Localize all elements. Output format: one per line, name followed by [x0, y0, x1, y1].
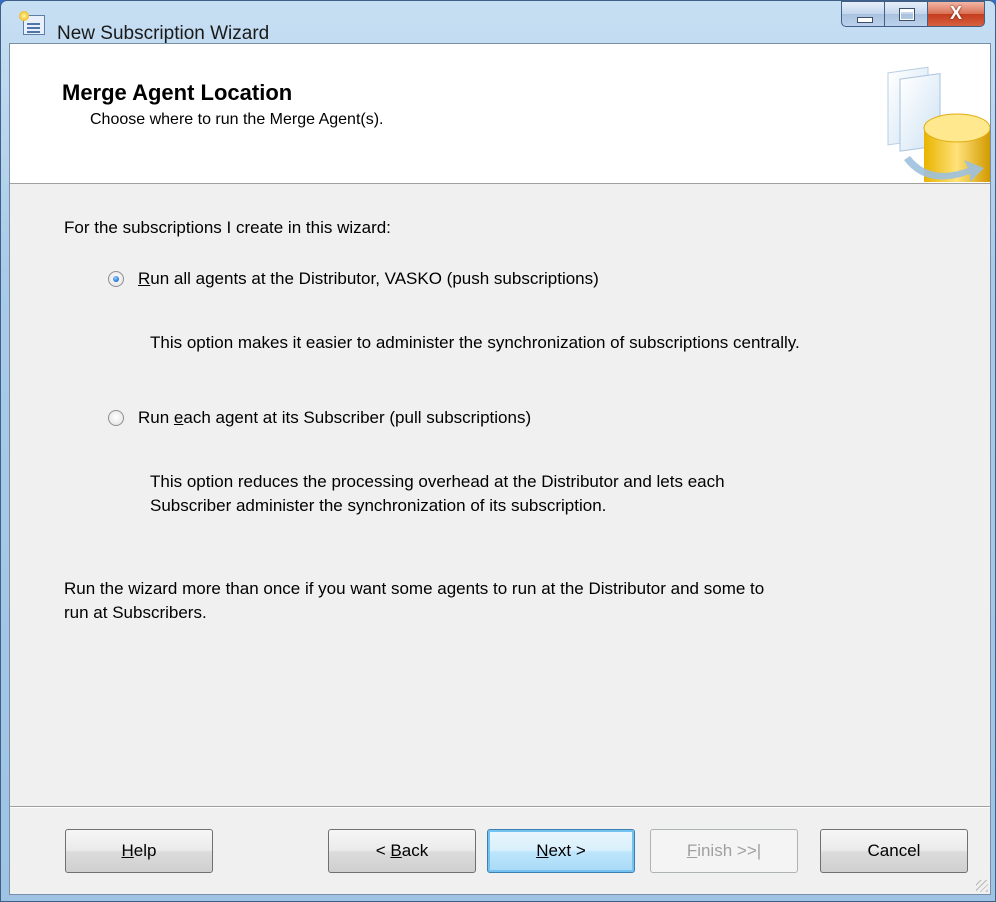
note-line1: Run the wizard more than once if you wan… [64, 579, 765, 598]
finish-button[interactable]: Finish >>| [650, 829, 798, 873]
option-pull-label-pre: Run [138, 408, 174, 427]
radio-pull-subscriptions[interactable] [108, 410, 124, 426]
radio-push-subscriptions[interactable] [108, 271, 124, 287]
database-sync-icon [880, 64, 990, 182]
finish-mnemonic: F [686, 841, 698, 860]
option-pull-description-line2: Subscriber administer the synchronizatio… [150, 496, 607, 515]
finish-label: inish >>| [697, 841, 762, 860]
wizard-window: New Subscription Wizard X Merge Agent Lo… [0, 0, 996, 902]
back-button[interactable]: < Back [328, 829, 476, 873]
page-title: Merge Agent Location [62, 80, 293, 105]
maximize-button[interactable] [884, 1, 928, 27]
minimize-button[interactable] [841, 1, 885, 27]
option-push-description: This option makes it easier to administe… [150, 333, 800, 352]
note-line2: run at Subscribers. [64, 603, 207, 622]
maximize-icon [899, 8, 915, 21]
wizard-app-icon [19, 11, 45, 35]
resize-grip[interactable] [976, 880, 988, 892]
next-mnemonic: N [536, 841, 549, 860]
cancel-button[interactable]: Cancel [820, 829, 968, 873]
option-push-label[interactable]: Run all agents at the Distributor, VASKO… [138, 267, 599, 291]
window-title: New Subscription Wizard [57, 23, 270, 44]
back-mnemonic: B [390, 841, 402, 860]
back-prefix: < [375, 841, 391, 860]
back-label: ack [401, 841, 429, 860]
minimize-icon [857, 17, 873, 23]
help-mnemonic: H [121, 841, 134, 860]
next-button[interactable]: Next > [487, 829, 635, 873]
option-push-mnemonic: R [138, 269, 151, 288]
help-label: elp [133, 841, 157, 860]
wizard-header: Merge Agent Location Choose where to run… [10, 44, 990, 184]
help-button[interactable]: Help [65, 829, 213, 873]
option-pull-label-text: ach agent at its Subscriber (pull subscr… [183, 408, 532, 427]
close-icon: X [949, 3, 962, 23]
next-label: ext > [548, 841, 586, 860]
window-controls: X [841, 1, 985, 29]
option-push-label-text: un all agents at the Distributor, VASKO … [150, 269, 599, 288]
footer-separator [10, 806, 990, 808]
option-pull-mnemonic: e [173, 408, 184, 427]
option-pull-label[interactable]: Run each agent at its Subscriber (pull s… [138, 406, 531, 430]
wizard-client-area: Merge Agent Location Choose where to run… [9, 43, 991, 895]
page-subtitle: Choose where to run the Merge Agent(s). [90, 111, 384, 128]
title-bar[interactable]: New Subscription Wizard X [1, 1, 995, 44]
close-button[interactable]: X [927, 1, 985, 27]
option-pull-description-line1: This option reduces the processing overh… [150, 472, 725, 491]
intro-text: For the subscriptions I create in this w… [64, 218, 391, 237]
